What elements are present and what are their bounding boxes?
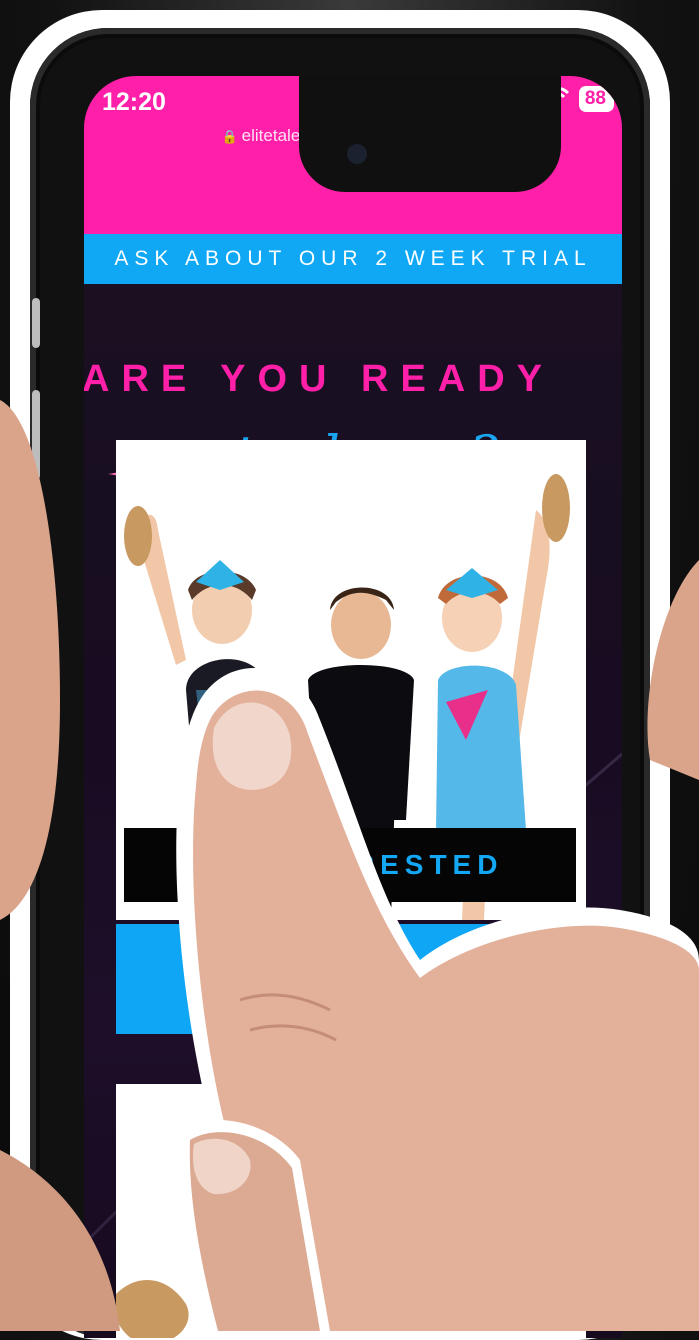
lower-content-card	[116, 1084, 586, 1338]
front-camera	[347, 144, 367, 164]
phone-screen: 12:20 88 🔒elitetalentperformingarts.com.…	[84, 76, 622, 1338]
blue-action-button[interactable]	[116, 924, 586, 1034]
status-time: 12:20	[102, 88, 166, 116]
phone-notch	[299, 76, 561, 192]
battery-icon: 88	[578, 86, 614, 112]
im-interested-button[interactable]: I'M INTERESTED	[124, 828, 576, 902]
volume-button	[32, 390, 40, 480]
dance-shoe-image	[116, 1280, 189, 1338]
hero-heading: ARE YOU READY	[84, 358, 555, 400]
lock-icon: 🔒	[221, 129, 238, 144]
side-button	[32, 298, 40, 348]
trial-banner[interactable]: ASK ABOUT OUR 2 WEEK TRIAL	[84, 234, 622, 284]
